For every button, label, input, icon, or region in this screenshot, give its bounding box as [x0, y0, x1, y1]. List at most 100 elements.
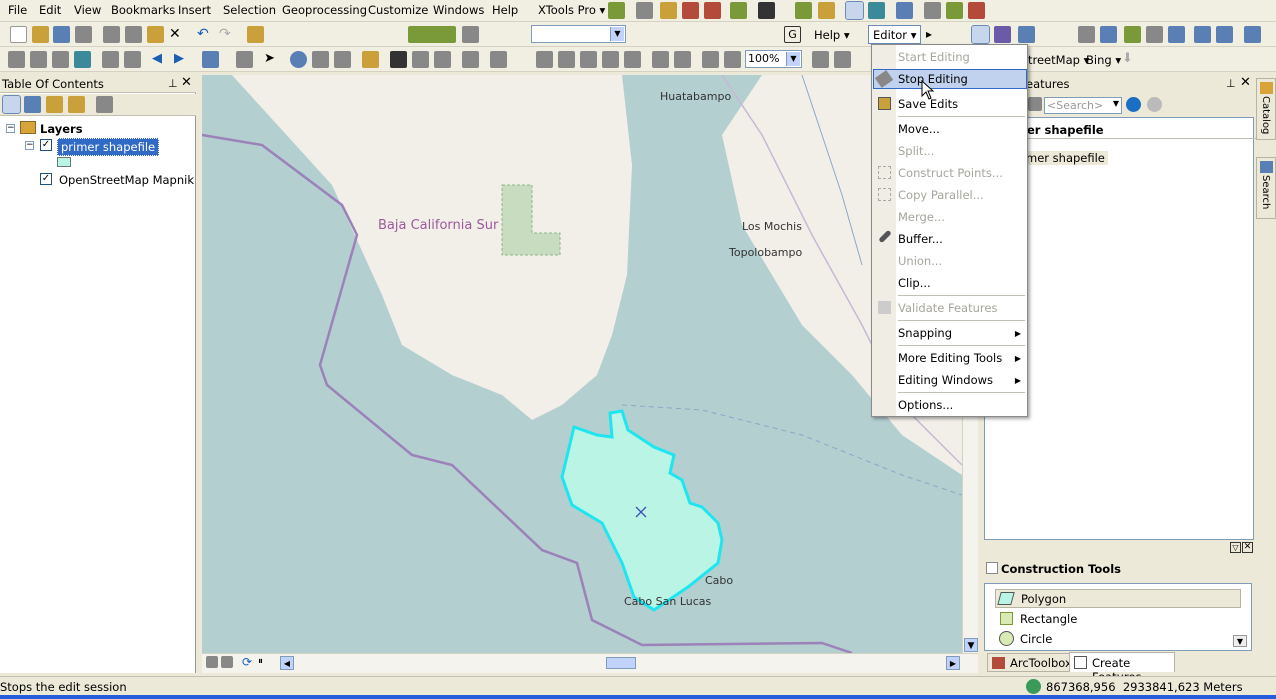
tools-alt-icon[interactable] [704, 2, 721, 19]
refresh-icon[interactable]: ⟳ [242, 655, 252, 669]
options-icon[interactable] [96, 96, 113, 113]
tool-circle[interactable]: Circle [995, 630, 1241, 649]
select-elements-icon[interactable]: ➤ [264, 51, 281, 68]
search-icon[interactable] [1126, 97, 1141, 112]
menu-construct-points[interactable]: Construct Points... [898, 166, 1003, 180]
cut-icon[interactable] [103, 26, 120, 43]
clear-search-icon[interactable] [1147, 97, 1162, 112]
list-by-selection-icon[interactable] [68, 96, 85, 113]
bing-dropdown[interactable]: Bing ▾ [1086, 53, 1121, 67]
straight-segment-icon[interactable] [971, 25, 990, 44]
side-tab-search[interactable]: Search [1256, 157, 1276, 219]
save-icon[interactable] [53, 26, 70, 43]
rotate-icon[interactable] [1146, 26, 1163, 43]
copy-icon[interactable] [125, 26, 142, 43]
menu-insert[interactable]: Insert [178, 3, 211, 17]
time-slider-icon[interactable] [462, 51, 479, 68]
list-by-source-icon[interactable] [24, 96, 41, 113]
menu-selection[interactable]: Selection [223, 3, 276, 17]
help-dropdown[interactable]: Help ▾ [814, 28, 850, 42]
create-features-icon[interactable] [1244, 26, 1261, 43]
zoom-layer-icon[interactable] [868, 2, 885, 19]
menu-xtools-pro[interactable]: XTools Pro ▾ [538, 3, 605, 17]
export-icon[interactable] [758, 2, 775, 19]
clear-selection-icon[interactable] [236, 51, 253, 68]
forward-arrow-icon[interactable]: ▶ [174, 51, 191, 68]
menu-help[interactable]: Help [492, 3, 518, 17]
primer-shapefile-layer[interactable]: primer shapefile [57, 138, 160, 156]
openstreetmap-checkbox[interactable]: ✓ [40, 173, 52, 185]
list-by-visibility-icon[interactable] [46, 96, 63, 113]
calculator-icon[interactable] [462, 26, 479, 43]
target-layer-combo[interactable]: ▼ [531, 25, 626, 43]
layout-zoom-in-icon[interactable] [536, 51, 553, 68]
primer-shapefile-collapse-toggle[interactable]: − [25, 141, 34, 150]
paste-icon[interactable] [147, 26, 164, 43]
tools-icon[interactable] [682, 2, 699, 19]
map-view[interactable]: Huatabampo Baja California Sur Los Mochi… [202, 75, 962, 653]
scroll-down-button[interactable]: ▼ [964, 638, 978, 652]
tools-scroll-down[interactable]: ▼ [1233, 635, 1247, 647]
menu-start-editing[interactable]: Start Editing [898, 50, 970, 64]
layout-fixed-out-icon[interactable] [674, 51, 691, 68]
feature-template[interactable]: mer shapefile [1023, 151, 1108, 165]
info-green-icon[interactable] [795, 2, 812, 19]
organize-templates-icon[interactable] [1028, 97, 1042, 111]
layout-100-icon[interactable] [624, 51, 641, 68]
help-yellow-icon[interactable] [818, 2, 835, 19]
et-geowizards-icon[interactable] [408, 26, 456, 43]
edit-tool-icon[interactable]: ▸ [926, 26, 943, 43]
hyperlink-icon[interactable] [312, 51, 329, 68]
zoom-percent-combo[interactable]: 100% ▼ [745, 50, 802, 68]
report-icon[interactable] [924, 2, 941, 19]
basemap-dropdown[interactable]: treetMap ▾ [1028, 53, 1089, 67]
side-tab-catalog[interactable]: Catalog [1256, 78, 1276, 140]
layout-pan-icon[interactable] [580, 51, 597, 68]
focus-frame-icon[interactable] [834, 51, 851, 68]
menu-customize[interactable]: Customize [368, 3, 428, 17]
layers-root-label[interactable]: Layers [40, 122, 83, 136]
topology-icon[interactable] [1078, 26, 1095, 43]
menu-merge[interactable]: Merge... [898, 210, 945, 224]
sketch-properties-icon[interactable] [1216, 26, 1233, 43]
menu-move[interactable]: Move... [898, 122, 940, 136]
move-icon[interactable] [1124, 26, 1141, 43]
pin-icon[interactable]: ⊥ [1226, 77, 1236, 90]
menu-options[interactable]: Options... [898, 398, 953, 412]
menu-snapping[interactable]: Snapping [898, 326, 952, 340]
open-folder-icon[interactable] [32, 26, 49, 43]
menu-more-editing-tools[interactable]: More Editing Tools [898, 351, 1002, 365]
layout-back-icon[interactable] [702, 51, 719, 68]
add-data-icon[interactable] [247, 26, 264, 43]
menu-buffer[interactable]: Buffer... [898, 232, 943, 246]
select-features-icon[interactable] [202, 51, 219, 68]
fixed-zoom-in-icon[interactable] [102, 51, 119, 68]
grid-icon[interactable] [636, 2, 653, 19]
data-view-icon[interactable] [206, 656, 218, 668]
back-arrow-icon[interactable]: ◀ [152, 51, 169, 68]
menu-geoprocessing[interactable]: Geoprocessing [282, 3, 367, 17]
pause-icon[interactable]: ⏸ [258, 656, 263, 667]
pin-icon[interactable]: ⊥ [168, 77, 178, 90]
go-to-xy-icon[interactable] [434, 51, 451, 68]
menu-bookmarks[interactable]: Bookmarks [111, 3, 175, 17]
help-circle-icon[interactable] [1168, 26, 1185, 43]
new-document-icon[interactable] [10, 26, 27, 43]
full-extent-icon[interactable] [74, 51, 91, 68]
menu-split[interactable]: Split... [898, 144, 934, 158]
list-by-drawing-order-icon[interactable] [2, 95, 21, 114]
fixed-zoom-out-icon[interactable] [124, 51, 141, 68]
table-icon[interactable] [896, 2, 913, 19]
close-small-icon[interactable]: ✕ [1242, 542, 1253, 553]
identify-icon[interactable] [290, 51, 307, 68]
horizontal-scroll-thumb[interactable] [606, 657, 636, 669]
menu-union[interactable]: Union... [898, 254, 942, 268]
undo-icon[interactable]: ↶ [197, 26, 214, 43]
delete-icon[interactable]: ✕ [169, 26, 186, 43]
openstreetmap-layer[interactable]: OpenStreetMap Mapnik [59, 173, 194, 187]
python-icon[interactable] [968, 2, 985, 19]
add-data-icon[interactable] [608, 2, 625, 19]
print-icon[interactable] [75, 26, 92, 43]
template-search-input[interactable]: <Search> ▼ [1044, 97, 1122, 114]
menu-windows[interactable]: Windows [433, 3, 484, 17]
